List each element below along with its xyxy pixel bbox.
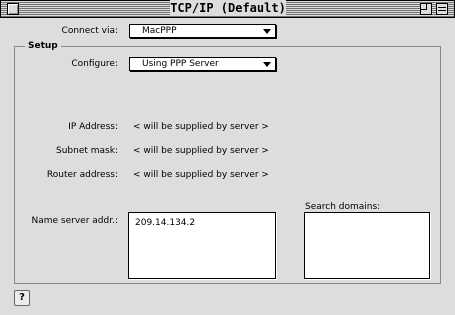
name-server-value: 209.14.134.2 xyxy=(135,218,196,228)
ip-address-value: < will be supplied by server > xyxy=(133,122,269,132)
configure-value: Using PPP Server xyxy=(142,59,219,69)
triangle-down-icon xyxy=(263,62,271,67)
ip-address-label: IP Address: xyxy=(68,122,118,132)
connect-via-value: MacPPP xyxy=(142,26,177,36)
window-title: TCP/IP (Default) xyxy=(170,0,286,16)
configure-label: Configure: xyxy=(71,59,118,69)
help-icon[interactable]: ? xyxy=(14,290,30,306)
close-box-icon[interactable] xyxy=(7,3,19,15)
triangle-down-icon xyxy=(263,29,271,34)
name-server-field[interactable]: 209.14.134.2 xyxy=(128,212,276,279)
zoom-box-inner xyxy=(421,4,427,10)
router-address-label: Router address: xyxy=(46,170,118,180)
setup-group-title: Setup xyxy=(25,40,61,52)
collapse-box-icon[interactable] xyxy=(436,3,448,15)
subnet-mask-label: Subnet mask: xyxy=(56,146,118,156)
collapse-bar xyxy=(438,7,446,11)
connect-via-popup[interactable]: MacPPP xyxy=(129,24,276,38)
zoom-box-icon[interactable] xyxy=(420,3,432,15)
subnet-mask-value: < will be supplied by server > xyxy=(133,146,269,156)
search-domains-field[interactable] xyxy=(304,212,430,279)
router-address-value: < will be supplied by server > xyxy=(133,170,269,180)
configure-popup[interactable]: Using PPP Server xyxy=(129,57,276,71)
connect-via-label: Connect via: xyxy=(61,26,118,36)
name-server-label: Name server addr.: xyxy=(31,216,118,226)
